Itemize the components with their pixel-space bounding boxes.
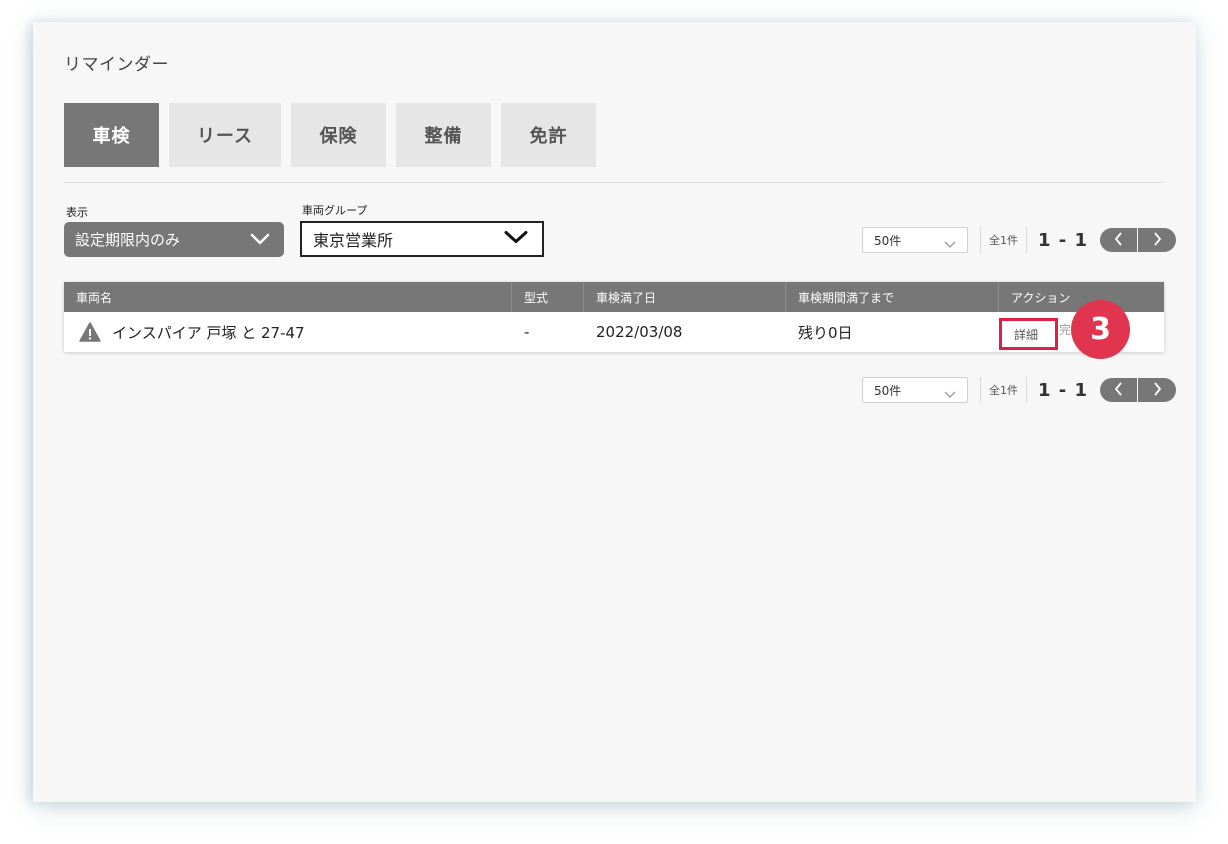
chevron-down-icon	[250, 231, 270, 249]
total-count: 全1件	[989, 234, 1018, 247]
step-badge: 3	[1071, 300, 1130, 359]
per-page-value: 50件	[874, 383, 902, 398]
separator	[980, 377, 981, 403]
table-header: 車両名 型式 車検満了日 車検期間満了まで アクション	[64, 282, 1164, 312]
col-remaining: 車検期間満了まで	[786, 282, 999, 312]
chevron-right-icon	[1152, 381, 1162, 400]
chevron-left-icon	[1114, 231, 1124, 250]
separator	[1026, 377, 1027, 403]
reminder-panel: リマインダー 車検 リース 保険 整備 免許 表示 設定期限内のみ 車両グループ…	[33, 22, 1196, 802]
chevron-down-icon	[944, 387, 956, 401]
per-page-value: 50件	[874, 233, 902, 248]
warning-icon	[79, 322, 101, 342]
chevron-down-icon	[944, 237, 956, 251]
vehicle-group-value: 東京営業所	[313, 231, 394, 250]
pagination-top: 50件 全1件 1 - 1	[862, 227, 1177, 253]
prev-page-button[interactable]	[1100, 378, 1139, 402]
vehicle-group-select[interactable]: 東京営業所	[300, 221, 544, 257]
page-title: リマインダー	[64, 55, 169, 75]
vehicle-name-cell: インスパイア 戸塚 と 27-47	[64, 312, 512, 352]
expiry-date-cell: 2022/03/08	[596, 323, 683, 341]
page-range: 1 - 1	[1038, 379, 1089, 401]
separator	[1026, 227, 1027, 253]
chevron-down-icon	[504, 230, 528, 249]
tab-shaken[interactable]: 車検	[64, 103, 159, 167]
prev-page-button[interactable]	[1100, 228, 1139, 252]
next-page-button[interactable]	[1138, 378, 1177, 402]
per-page-select[interactable]: 50件	[862, 377, 968, 403]
tab-bar: 車検 リース 保険 整備 免許	[64, 103, 596, 167]
col-expiry-date: 車検満了日	[584, 282, 786, 312]
display-filter-value: 設定期限内のみ	[75, 231, 181, 249]
col-vehicle-name: 車両名	[64, 282, 512, 312]
tab-license[interactable]: 免許	[501, 103, 596, 167]
per-page-select[interactable]: 50件	[862, 227, 968, 253]
next-page-button[interactable]	[1138, 228, 1177, 252]
page-range: 1 - 1	[1038, 229, 1089, 251]
vehicle-group-label: 車両グループ	[302, 204, 368, 217]
detail-button[interactable]: 詳細	[999, 318, 1058, 350]
complete-button[interactable]: 完	[1059, 321, 1071, 338]
display-filter-label: 表示	[66, 206, 88, 219]
divider	[64, 182, 1164, 183]
remaining-cell: 残り0日	[798, 323, 853, 342]
display-filter-select[interactable]: 設定期限内のみ	[64, 222, 284, 257]
pagination-bottom: 50件 全1件 1 - 1	[862, 377, 1177, 403]
tab-insurance[interactable]: 保険	[291, 103, 386, 167]
chevron-left-icon	[1114, 381, 1124, 400]
chevron-right-icon	[1152, 231, 1162, 250]
tab-maintenance[interactable]: 整備	[396, 103, 491, 167]
total-count: 全1件	[989, 384, 1018, 397]
page-nav	[1100, 378, 1177, 402]
col-model: 型式	[512, 282, 584, 312]
separator	[980, 227, 981, 253]
model-cell: -	[524, 323, 530, 341]
tab-lease[interactable]: リース	[169, 103, 281, 167]
page-nav	[1100, 228, 1177, 252]
vehicle-name: インスパイア 戸塚 と 27-47	[112, 323, 305, 342]
